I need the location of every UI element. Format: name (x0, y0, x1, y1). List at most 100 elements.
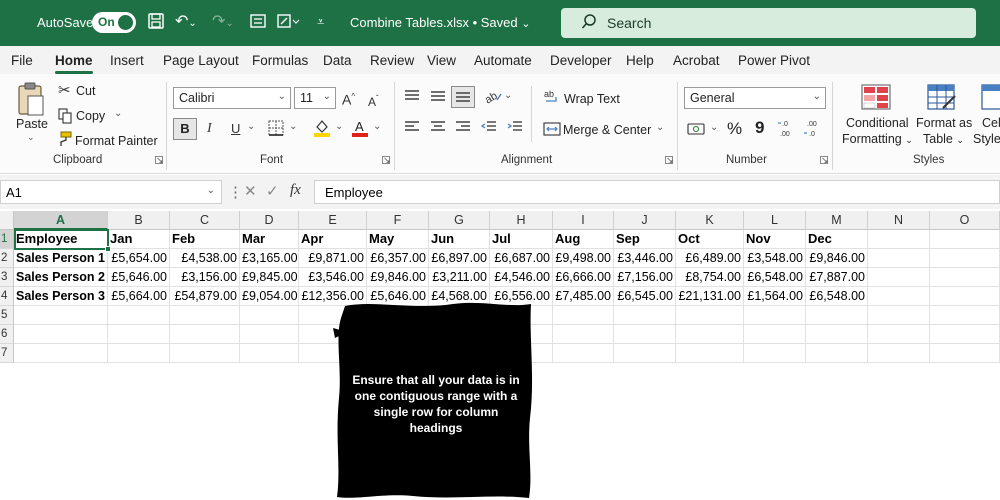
insert-function-icon[interactable]: fx (290, 182, 301, 199)
save-icon[interactable] (147, 12, 165, 36)
bold-button[interactable]: B (173, 118, 197, 140)
cell-b4[interactable]: £5,664.00 (108, 287, 170, 306)
cell-m4[interactable]: £6,548.00 (806, 287, 868, 306)
paste-button[interactable]: Paste (16, 117, 48, 131)
format-as-table-icon[interactable] (927, 84, 957, 113)
cell-f2[interactable]: £6,357.00 (367, 249, 429, 268)
name-box[interactable]: A1 ⌄ (0, 180, 222, 204)
font-color-dropdown-icon[interactable]: ⌄ (373, 121, 381, 132)
cell-e1[interactable]: Apr (299, 230, 367, 249)
tab-power-pivot[interactable]: Power Pivot (738, 53, 810, 68)
column-header-m[interactable]: M (806, 211, 868, 230)
cell-b6[interactable] (108, 325, 170, 344)
currency-icon[interactable] (687, 121, 707, 140)
cell-d3[interactable]: £9,845.00 (240, 268, 299, 287)
name-box-dropdown-icon[interactable]: ⌄ (207, 185, 215, 196)
cell-j7[interactable] (614, 344, 676, 363)
copy-button[interactable]: Copy (76, 109, 105, 123)
cell-c7[interactable] (170, 344, 240, 363)
cell-l7[interactable] (744, 344, 806, 363)
cell-o6[interactable] (930, 325, 1000, 344)
cell-b2[interactable]: £5,654.00 (108, 249, 170, 268)
cell-styles-button-line2[interactable]: Styles (973, 132, 1000, 146)
borders-dropdown-icon[interactable]: ⌄ (289, 121, 297, 132)
merge-center-icon[interactable] (543, 121, 561, 140)
cell-d7[interactable] (240, 344, 299, 363)
cell-i7[interactable] (553, 344, 614, 363)
cell-e3[interactable]: £3,546.00 (299, 268, 367, 287)
column-header-g[interactable]: G (429, 211, 490, 230)
cancel-icon[interactable]: ✕ (244, 182, 257, 200)
row-header-3[interactable]: 3 (0, 268, 14, 287)
form-icon[interactable] (249, 12, 267, 36)
cell-h1[interactable]: Jul (490, 230, 553, 249)
format-painter-button[interactable]: Format Painter (75, 134, 158, 148)
cell-n4[interactable] (868, 287, 930, 306)
cell-k7[interactable] (676, 344, 744, 363)
tab-automate[interactable]: Automate (474, 53, 532, 68)
underline-button[interactable]: U (231, 120, 240, 138)
cell-n6[interactable] (868, 325, 930, 344)
cell-l4[interactable]: £1,564.00 (744, 287, 806, 306)
cell-k1[interactable]: Oct (676, 230, 744, 249)
format-as-table-button-line2[interactable]: Table ⌄ (923, 132, 964, 146)
cell-j4[interactable]: £6,545.00 (614, 287, 676, 306)
borders-icon[interactable] (268, 120, 284, 139)
tab-insert[interactable]: Insert (110, 53, 144, 68)
tab-developer[interactable]: Developer (550, 53, 612, 68)
align-center-icon[interactable] (430, 120, 446, 137)
align-top-icon[interactable] (404, 89, 420, 106)
cell-l1[interactable]: Nov (744, 230, 806, 249)
font-launcher-icon[interactable]: ↘ (382, 156, 391, 165)
font-size-select[interactable]: 11 ⌄ (294, 87, 336, 109)
cell-a6[interactable] (14, 325, 108, 344)
cell-j3[interactable]: £7,156.00 (614, 268, 676, 287)
cell-g2[interactable]: £6,897.00 (429, 249, 490, 268)
font-name-select[interactable]: Calibri ⌄ (173, 87, 291, 109)
cell-i4[interactable]: £7,485.00 (553, 287, 614, 306)
customize-quick-access-icon[interactable]: ⩡ (317, 12, 324, 32)
cell-m3[interactable]: £7,887.00 (806, 268, 868, 287)
formula-input[interactable]: Employee (314, 180, 1000, 204)
cell-m1[interactable]: Dec (806, 230, 868, 249)
number-launcher-icon[interactable]: ↘ (820, 156, 829, 165)
cell-o3[interactable] (930, 268, 1000, 287)
cell-k2[interactable]: £6,489.00 (676, 249, 744, 268)
orientation-icon[interactable]: ab (483, 88, 503, 107)
cell-i6[interactable] (553, 325, 614, 344)
cell-o1[interactable] (930, 230, 1000, 249)
orientation-dropdown-icon[interactable]: ⌄ (504, 90, 512, 101)
cell-k3[interactable]: £8,754.00 (676, 268, 744, 287)
cell-c1[interactable]: Feb (170, 230, 240, 249)
cell-a2[interactable]: Sales Person 1 (14, 249, 108, 268)
cell-m5[interactable] (806, 306, 868, 325)
clipboard-launcher-icon[interactable]: ↘ (155, 156, 164, 165)
decrease-indent-icon[interactable] (480, 120, 497, 137)
fill-color-dropdown-icon[interactable]: ⌄ (335, 121, 343, 132)
cell-d2[interactable]: £3,165.00 (240, 249, 299, 268)
number-format-select[interactable]: General ⌄ (684, 87, 826, 109)
underline-dropdown-icon[interactable]: ⌄ (247, 121, 255, 132)
cell-a3[interactable]: Sales Person 2 (14, 268, 108, 287)
cell-m2[interactable]: £9,846.00 (806, 249, 868, 268)
tab-review[interactable]: Review (370, 53, 414, 68)
cell-m7[interactable] (806, 344, 868, 363)
row-header-4[interactable]: 4 (0, 287, 14, 306)
font-color-icon[interactable]: A (351, 118, 369, 141)
tab-page-layout[interactable]: Page Layout (163, 53, 239, 68)
cell-b3[interactable]: £5,646.00 (108, 268, 170, 287)
format-as-table-button[interactable]: Format as (916, 116, 972, 130)
cell-c2[interactable]: £4,538.00 (170, 249, 240, 268)
decrease-font-icon[interactable]: Aˇ (368, 90, 379, 111)
cell-l6[interactable] (744, 325, 806, 344)
more-options-icon[interactable]: ⋮ (228, 183, 243, 201)
column-header-k[interactable]: K (676, 211, 744, 230)
paste-icon[interactable] (14, 82, 48, 118)
copy-icon[interactable] (58, 108, 72, 127)
column-header-j[interactable]: J (614, 211, 676, 230)
percent-button[interactable]: % (727, 119, 742, 139)
cell-g1[interactable]: Jun (429, 230, 490, 249)
increase-font-icon[interactable]: A^ (342, 88, 355, 109)
cell-b7[interactable] (108, 344, 170, 363)
cell-j5[interactable] (614, 306, 676, 325)
